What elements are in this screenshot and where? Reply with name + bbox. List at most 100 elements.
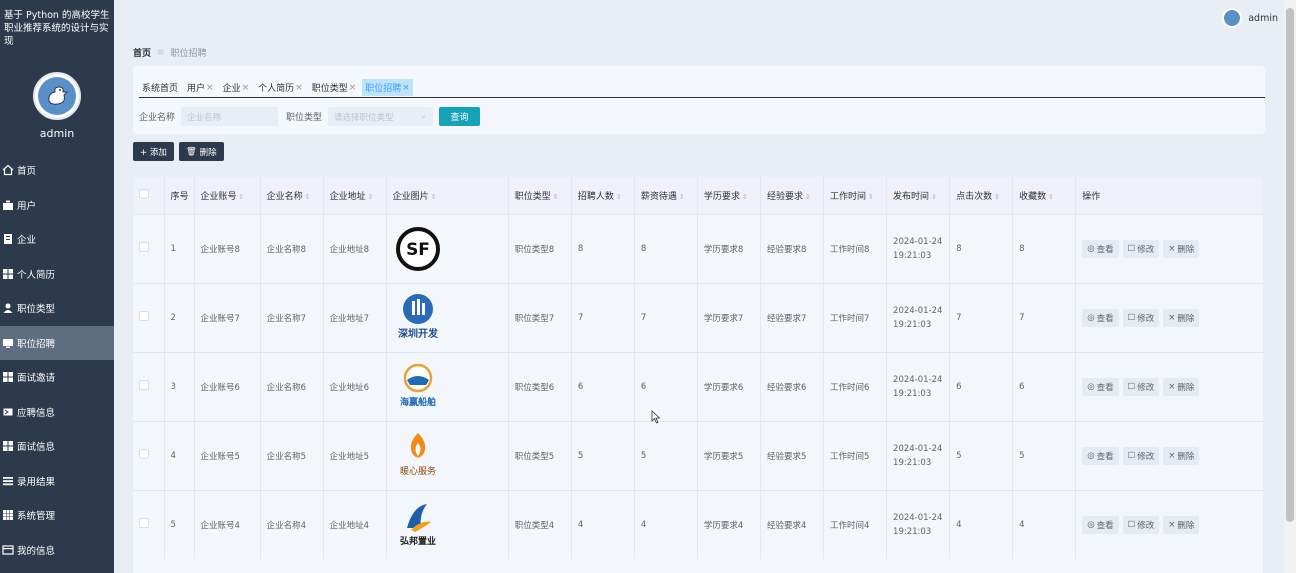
delete-button[interactable]: × 删除 (1163, 515, 1200, 534)
column-header[interactable]: 薪资待遇 ⇕ (633, 177, 698, 214)
edit-icon: ☐ (1127, 519, 1136, 530)
user-menu[interactable]: admin (1222, 8, 1278, 28)
sort-icon[interactable]: ⇕ (431, 193, 437, 201)
tab-5[interactable]: 职位招聘 × (362, 79, 413, 96)
column-header[interactable]: 发布时间 ⇕ (886, 177, 950, 214)
close-icon[interactable]: × (242, 83, 250, 93)
table-body: 1 企业账号8 企业名称8 企业地址8 SF 职位类型8 8 8 学历要求8 经验要求8 工作时间8… (133, 213, 1263, 559)
cell-exp: 经验要求8 (759, 213, 824, 283)
sort-icon[interactable]: ⇕ (239, 193, 245, 201)
sort-icon[interactable]: ⇕ (553, 193, 559, 201)
cell-type: 职位类型8 (507, 213, 572, 283)
building-icon (1, 232, 15, 246)
sort-icon[interactable]: ⇕ (742, 193, 748, 201)
edit-button[interactable]: ☐ 修改 (1122, 239, 1160, 258)
avatar[interactable] (33, 72, 81, 120)
edit-button[interactable]: ☐ 修改 (1122, 308, 1160, 327)
sort-icon[interactable]: ⇕ (368, 193, 374, 201)
tab-3[interactable]: 个人简历 × (255, 79, 306, 96)
delete-button[interactable]: × 删除 (1163, 239, 1200, 258)
cell-no: 1 (163, 213, 195, 283)
batch-delete-button[interactable]: 🗑 删除 (178, 142, 224, 161)
sidebar-item-11[interactable]: 我的信息 (0, 533, 114, 568)
sort-icon[interactable]: ⇕ (616, 193, 622, 201)
close-icon[interactable]: × (349, 83, 357, 93)
sort-icon[interactable]: ⇕ (305, 193, 311, 201)
company-name-input[interactable]: 企业名称 (181, 107, 279, 126)
view-button[interactable]: ◎ 查看 (1082, 308, 1119, 327)
column-header[interactable]: 职位类型 ⇕ (507, 177, 572, 214)
sidebar-item-2[interactable]: 企业 (0, 222, 114, 257)
sort-icon[interactable]: ⇕ (868, 193, 874, 201)
publish-date: 2024-01-24 (893, 305, 943, 316)
view-button[interactable]: ◎ 查看 (1082, 515, 1119, 534)
sidebar-item-0[interactable]: 首页 (0, 153, 114, 188)
column-header[interactable]: 企业账号 ⇕ (193, 177, 261, 214)
sort-icon[interactable]: ⇕ (1048, 193, 1054, 201)
column-header[interactable]: 工作时间 ⇕ (822, 177, 887, 214)
row-checkbox[interactable] (139, 449, 149, 459)
row-checkbox[interactable] (139, 380, 149, 390)
sort-icon[interactable]: ⇕ (994, 193, 1000, 201)
select-all-checkbox[interactable] (139, 188, 149, 199)
close-icon[interactable]: × (206, 83, 214, 93)
column-header-label: 企业图片 (392, 191, 429, 202)
view-button[interactable]: ◎ 查看 (1082, 239, 1119, 258)
sidebar-item-4[interactable]: 职位类型 (0, 291, 114, 326)
sort-icon[interactable]: ⇕ (931, 193, 937, 201)
list-icon (1, 474, 15, 488)
row-checkbox[interactable] (139, 518, 149, 529)
close-icon[interactable]: × (402, 83, 410, 93)
column-header[interactable]: 企业地址 ⇕ (322, 177, 387, 214)
cell-addr: 企业地址5 (322, 420, 387, 490)
column-header[interactable]: 收藏数 ⇕ (1012, 177, 1076, 214)
row-checkbox[interactable] (139, 311, 149, 321)
sidebar-item-6[interactable]: 面试邀请 (0, 360, 114, 395)
sidebar-item-7[interactable]: 应聘信息 (0, 395, 114, 430)
column-header[interactable]: 招聘人数 ⇕ (570, 177, 635, 214)
edit-button[interactable]: ☐ 修改 (1122, 377, 1160, 396)
column-header[interactable]: 企业名称 ⇕ (259, 177, 324, 214)
tab-0[interactable]: 系统首页 (139, 79, 181, 96)
sidebar-item-9[interactable]: 录用结果 (0, 464, 114, 499)
delete-button[interactable]: × 删除 (1163, 446, 1200, 465)
tab-4[interactable]: 职位类型 × (309, 79, 360, 96)
delete-button[interactable]: × 删除 (1163, 308, 1200, 327)
edit-button[interactable]: ☐ 修改 (1122, 446, 1160, 465)
row-checkbox[interactable] (139, 242, 149, 252)
sidebar-item-1[interactable]: 用户 (0, 188, 114, 223)
scrollbar-thumb[interactable] (1286, 8, 1294, 522)
column-header-label: 序号 (170, 191, 189, 202)
tab-1[interactable]: 用户 × (184, 79, 217, 96)
column-header[interactable]: 经验要求 ⇕ (759, 177, 824, 214)
column-header[interactable]: 点击次数 ⇕ (949, 177, 1013, 214)
publish-date: 2024-01-24 (893, 443, 943, 454)
view-button[interactable]: ◎ 查看 (1082, 446, 1119, 465)
column-header[interactable]: 序号 (163, 177, 195, 214)
job-type-select[interactable]: 请选择职位类型 ⌄ (328, 107, 434, 126)
search-button[interactable]: 查询 (439, 107, 481, 126)
column-header[interactable]: 企业图片 ⇕ (385, 177, 509, 214)
sidebar-item-3[interactable]: 个人简历 (0, 257, 114, 292)
column-header-label: 招聘人数 (577, 191, 614, 202)
breadcrumb-separator-icon: ≡ (157, 47, 165, 58)
add-button[interactable]: + 添加 (133, 142, 174, 161)
column-header-label: 发布时间 (893, 191, 930, 202)
breadcrumb-home[interactable]: 首页 (133, 46, 151, 59)
column-header[interactable]: 学历要求 ⇕ (696, 177, 761, 214)
sort-icon[interactable]: ⇕ (679, 193, 685, 201)
delete-button[interactable]: × 删除 (1163, 377, 1200, 396)
sidebar-item-5[interactable]: 职位招聘 (0, 325, 114, 360)
close-icon[interactable]: × (295, 83, 303, 93)
column-header[interactable]: 操作 (1075, 177, 1263, 214)
view-button[interactable]: ◎ 查看 (1082, 377, 1119, 396)
duck-avatar-icon (38, 77, 76, 115)
sort-icon[interactable]: ⇕ (805, 193, 811, 201)
logo-text: 海赢船舶 (400, 396, 436, 408)
page-scrollbar[interactable] (1284, 0, 1296, 573)
sidebar-item-8[interactable]: 面试信息 (0, 429, 114, 464)
edit-button[interactable]: ☐ 修改 (1122, 515, 1160, 534)
tab-2[interactable]: 企业 × (220, 79, 253, 96)
sidebar-item-10[interactable]: 系统管理 (0, 498, 114, 533)
delete-label: 删除 (1177, 382, 1195, 393)
